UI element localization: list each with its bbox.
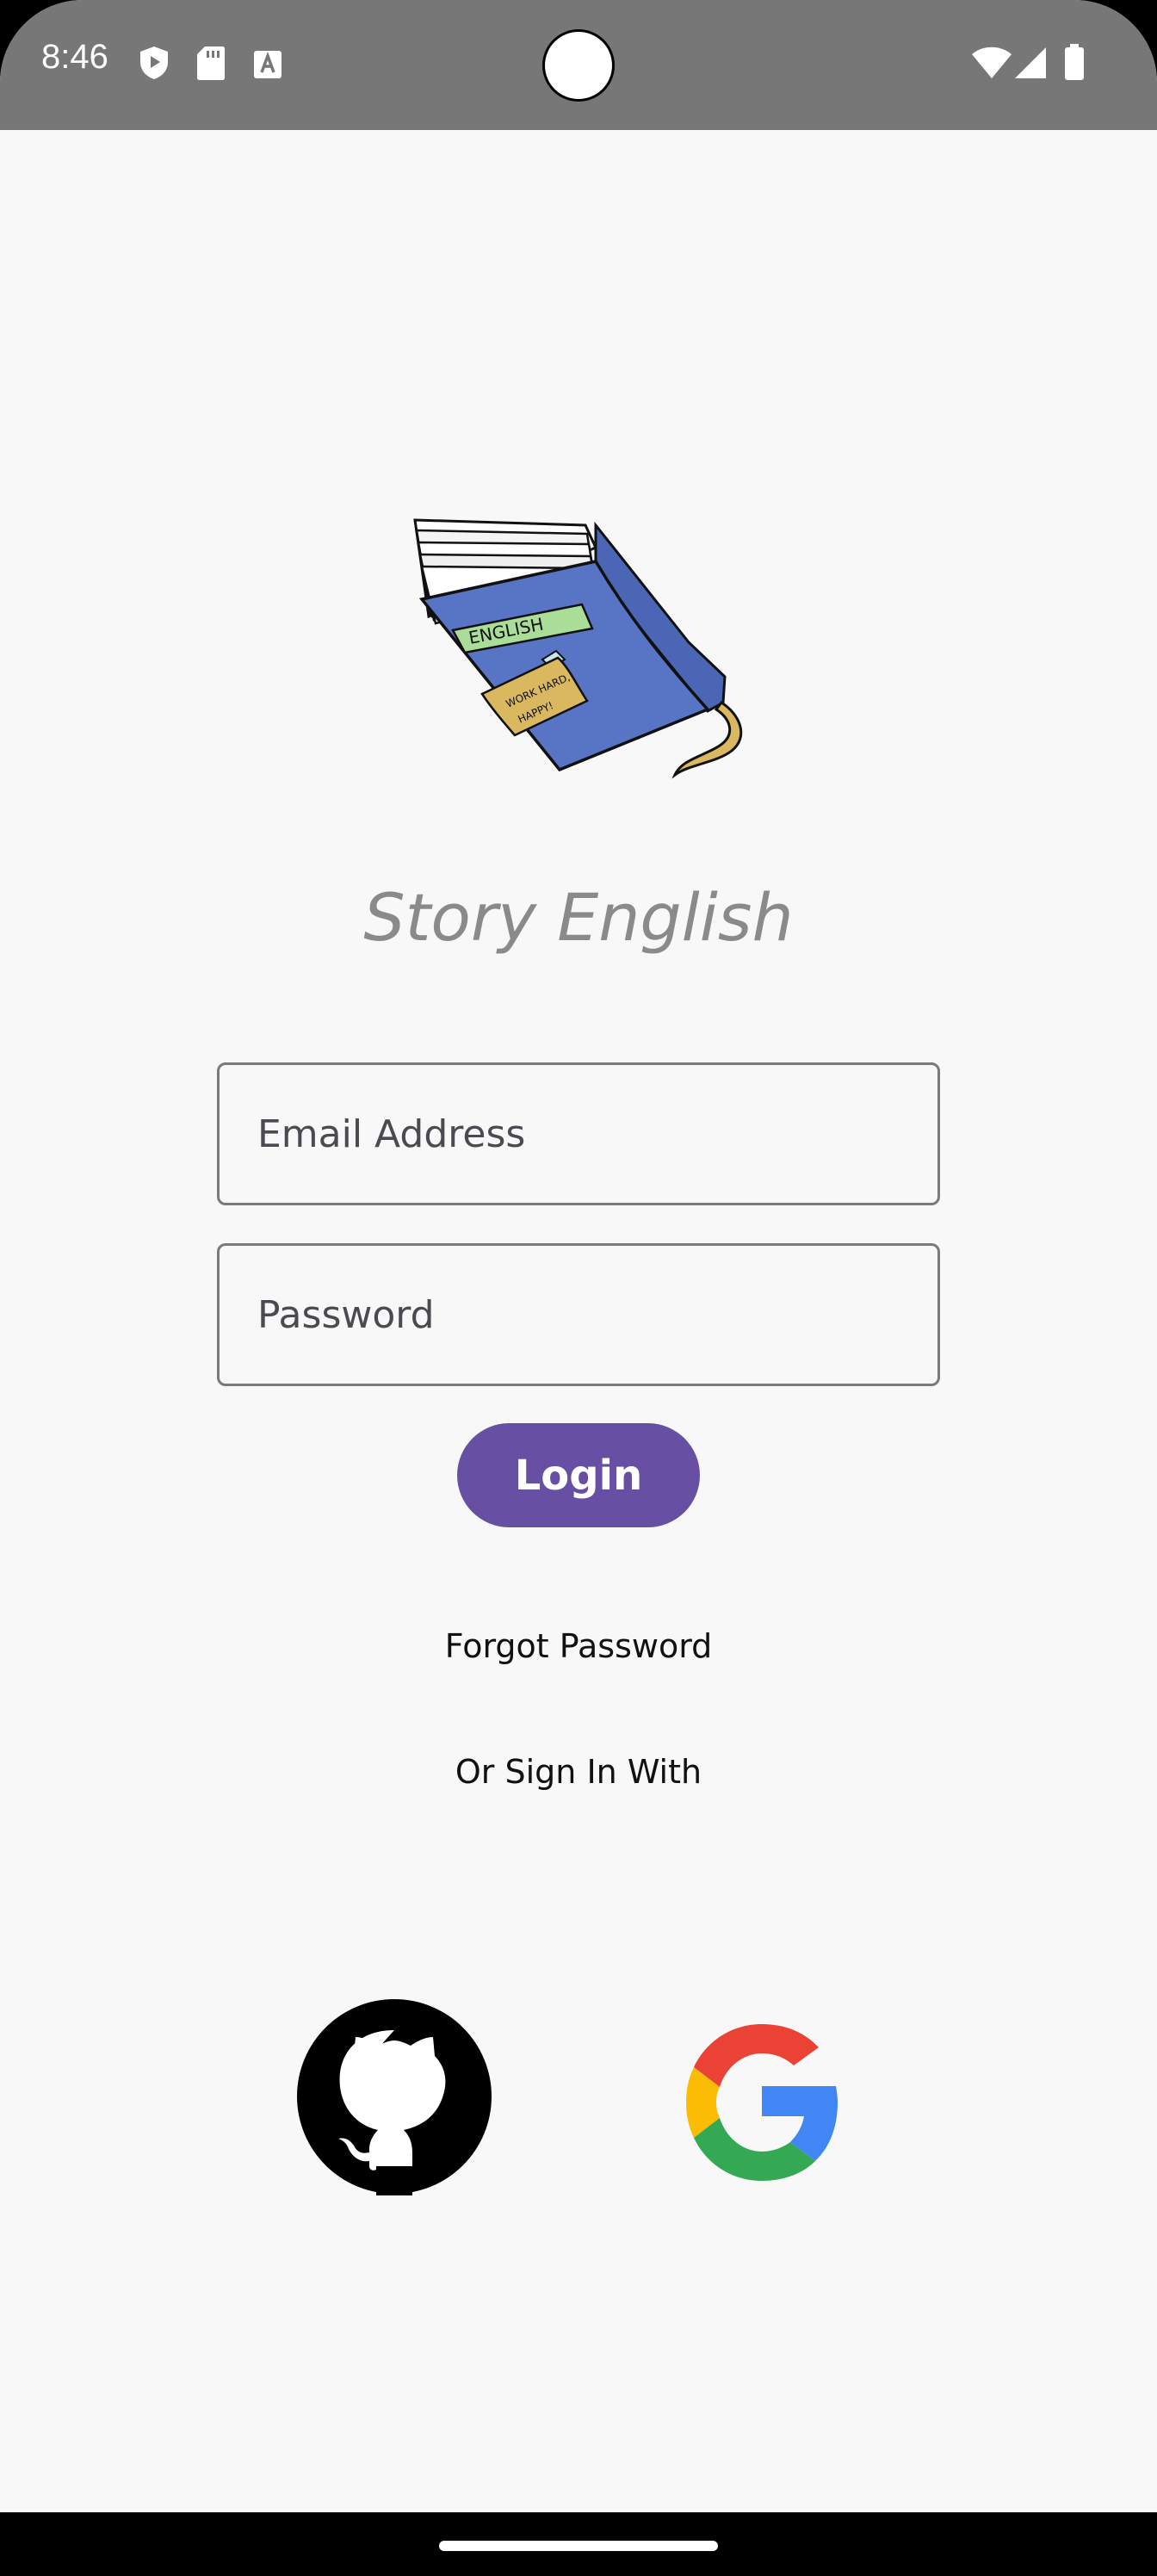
github-icon: [297, 1999, 492, 2195]
wifi-icon: [972, 46, 1012, 78]
login-button[interactable]: Login: [457, 1423, 700, 1527]
home-gesture-handle[interactable]: [439, 2541, 718, 2551]
email-input[interactable]: [257, 1065, 912, 1203]
google-sign-in-button[interactable]: [663, 1996, 861, 2194]
github-sign-in-button[interactable]: [295, 1997, 493, 2195]
status-time: 8:46: [41, 38, 108, 76]
sd-card-icon: [197, 46, 225, 80]
social-sign-in-caption: Or Sign In With: [455, 1753, 702, 1791]
battery-icon: [1065, 44, 1084, 80]
keyboard-a-icon: [254, 51, 282, 78]
screen: 8:46 ENGLISH WORK HARD, HAPPY! Story Eng…: [0, 0, 1157, 2576]
password-field[interactable]: [217, 1243, 940, 1386]
email-field[interactable]: [217, 1062, 940, 1205]
signal-icon: [1015, 47, 1046, 78]
forgot-password-link[interactable]: Forgot Password: [0, 1620, 1157, 1672]
app-title: Story English: [363, 879, 794, 956]
google-icon: [686, 2024, 838, 2181]
english-book-icon: ENGLISH WORK HARD, HAPPY!: [413, 518, 743, 779]
password-input[interactable]: [257, 1246, 912, 1384]
front-camera: [542, 29, 615, 102]
shield-play-icon: [140, 46, 168, 79]
